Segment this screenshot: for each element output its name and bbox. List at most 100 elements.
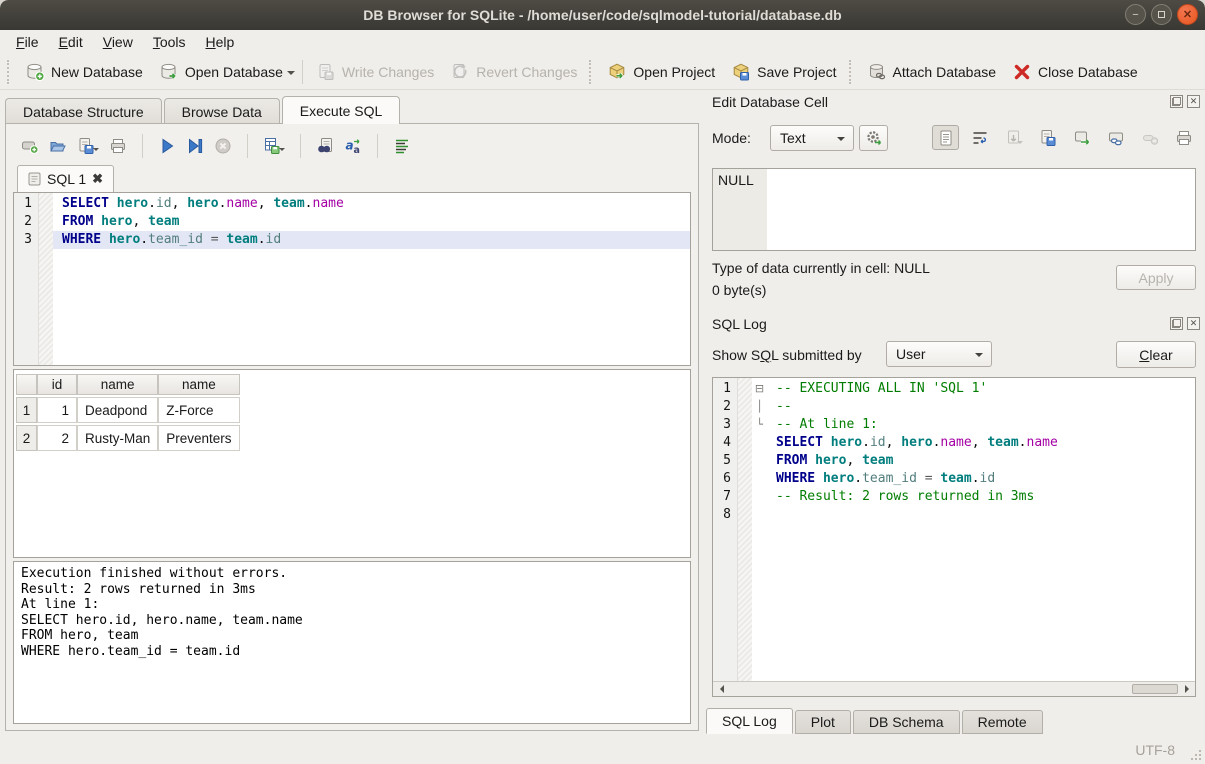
fold-marker-icon[interactable] xyxy=(752,434,767,452)
column-header[interactable]: name xyxy=(77,374,158,395)
minimize-button[interactable]: − xyxy=(1125,4,1146,25)
table-cell[interactable]: Deadpond xyxy=(77,397,158,423)
autocomplete-icon[interactable]: aa xyxy=(344,137,362,155)
fold-marker-icon[interactable]: │ xyxy=(752,398,767,416)
clear-log-button[interactable]: Clear xyxy=(1116,341,1196,368)
link-data-icon[interactable] xyxy=(1102,125,1129,150)
apply-button[interactable]: Apply xyxy=(1116,265,1196,290)
sql-editor-tab[interactable]: SQL 1 ✖ xyxy=(17,165,114,192)
new-database-button[interactable]: New Database xyxy=(17,58,151,86)
new-tab-icon[interactable] xyxy=(21,137,39,155)
toolbar-grip[interactable] xyxy=(589,60,595,84)
open-database-button[interactable]: Open Database xyxy=(151,58,291,86)
format-lines-icon[interactable] xyxy=(393,137,411,155)
results-table[interactable]: idnamename11DeadpondZ-Force22Rusty-ManPr… xyxy=(16,372,240,453)
cell-settings-button[interactable] xyxy=(859,125,888,151)
import-data-dropdown-icon[interactable] xyxy=(1017,141,1023,147)
tab-sql-log[interactable]: SQL Log xyxy=(706,708,793,734)
save-sql-file-icon[interactable] xyxy=(77,137,99,155)
sql-log-code[interactable]: 1⊟-- EXECUTING ALL IN 'SQL 1'2│--3└-- At… xyxy=(713,378,1195,682)
tab-db-schema[interactable]: DB Schema xyxy=(853,710,960,734)
cell-editor[interactable]: NULL xyxy=(712,168,1196,251)
close-tab-icon[interactable]: ✖ xyxy=(92,171,103,187)
maximize-button[interactable] xyxy=(1151,4,1172,25)
close-button[interactable]: ✕ xyxy=(1177,4,1198,25)
resize-grip[interactable] xyxy=(1189,748,1201,760)
toolbar-grip[interactable] xyxy=(7,60,13,84)
menu-edit[interactable]: Edit xyxy=(49,32,93,52)
close-panel-icon[interactable]: ✕ xyxy=(1187,95,1200,108)
sql-log-view[interactable]: 1⊟-- EXECUTING ALL IN 'SQL 1'2│--3└-- At… xyxy=(712,377,1196,697)
revert-changes-button[interactable]: Revert Changes xyxy=(442,58,585,86)
sql-editor-code[interactable]: 1SELECT hero.id, hero.name, team.name2FR… xyxy=(14,193,690,365)
row-header[interactable]: 2 xyxy=(16,425,37,451)
attach-database-button[interactable]: Attach Database xyxy=(859,58,1005,86)
fold-marker-icon[interactable]: └ xyxy=(752,416,767,434)
column-header[interactable]: id xyxy=(37,374,77,395)
column-header[interactable]: name xyxy=(158,374,239,395)
open-database-dropdown-icon[interactable] xyxy=(287,71,295,79)
save-results-dropdown-icon[interactable] xyxy=(279,148,285,154)
table-row[interactable]: 22Rusty-ManPreventers xyxy=(16,425,240,451)
save-sql-dropdown-icon[interactable] xyxy=(93,148,99,154)
log-filter-select[interactable]: User xyxy=(886,341,992,367)
word-wrap-icon[interactable] xyxy=(966,125,993,150)
sql-editor[interactable]: 1SELECT hero.id, hero.name, team.name2FR… xyxy=(13,192,691,366)
toolbar-grip[interactable] xyxy=(849,60,855,84)
execution-output[interactable]: Execution finished without errors. Resul… xyxy=(13,561,691,724)
code-line: 4 SELECT hero.id, hero.name, team.name xyxy=(713,434,1195,452)
results-grid[interactable]: idnamename11DeadpondZ-Force22Rusty-ManPr… xyxy=(13,369,691,558)
menu-view[interactable]: View xyxy=(93,32,143,52)
tab-plot[interactable]: Plot xyxy=(795,710,851,734)
execute-current-line-icon[interactable] xyxy=(186,137,204,155)
table-cell[interactable]: 2 xyxy=(37,425,77,451)
text-mode-icon[interactable] xyxy=(932,125,959,150)
title-bar[interactable]: DB Browser for SQLite - /home/user/code/… xyxy=(0,0,1205,30)
scroll-left-icon[interactable] xyxy=(714,683,728,695)
save-project-button[interactable]: Save Project xyxy=(723,58,844,86)
tab-remote[interactable]: Remote xyxy=(962,710,1043,734)
open-project-button[interactable]: Open Project xyxy=(599,58,723,86)
encoding-indicator[interactable]: UTF-8 xyxy=(1135,742,1175,758)
table-cell[interactable]: Z-Force xyxy=(158,397,239,423)
import-data-icon[interactable] xyxy=(1000,125,1027,150)
cell-mode-select[interactable]: Text xyxy=(770,125,854,151)
horizontal-scrollbar[interactable] xyxy=(713,681,1195,696)
save-data-icon[interactable] xyxy=(1034,125,1061,150)
table-cell[interactable]: Preventers xyxy=(158,425,239,451)
close-panel-icon[interactable]: ✕ xyxy=(1187,317,1200,330)
fold-marker-icon[interactable] xyxy=(752,506,767,524)
find-replace-icon[interactable] xyxy=(316,137,334,155)
table-cell[interactable]: Rusty-Man xyxy=(77,425,158,451)
fold-marker-icon[interactable] xyxy=(752,452,767,470)
float-panel-icon[interactable] xyxy=(1170,317,1183,330)
app-window: DB Browser for SQLite - /home/user/code/… xyxy=(0,0,1205,764)
write-changes-button[interactable]: Write Changes xyxy=(308,58,442,86)
menu-help[interactable]: Help xyxy=(196,32,245,52)
fold-marker-icon[interactable] xyxy=(752,470,767,488)
row-header[interactable]: 1 xyxy=(16,397,37,423)
table-row[interactable]: 11DeadpondZ-Force xyxy=(16,397,240,423)
float-panel-icon[interactable] xyxy=(1170,95,1183,108)
fold-marker-icon[interactable] xyxy=(752,488,767,506)
corner-header[interactable] xyxy=(16,374,37,395)
close-database-button[interactable]: Close Database xyxy=(1004,58,1146,86)
stop-icon[interactable] xyxy=(214,137,232,155)
open-sql-file-icon[interactable] xyxy=(49,137,67,155)
right-dock: Edit Database Cell ✕ Mode: Text NULL Typ… xyxy=(706,90,1205,735)
tab-browse-data[interactable]: Browse Data xyxy=(164,98,280,124)
table-cell[interactable]: 1 xyxy=(37,397,77,423)
execute-all-icon[interactable] xyxy=(158,137,176,155)
scrollbar-thumb[interactable] xyxy=(1132,684,1178,694)
save-results-icon[interactable] xyxy=(263,137,285,155)
export-data-icon[interactable] xyxy=(1068,125,1095,150)
menu-file[interactable]: File xyxy=(6,32,49,52)
tab-database-structure[interactable]: Database Structure xyxy=(5,98,162,124)
print-cell-icon[interactable] xyxy=(1170,125,1197,150)
print-icon[interactable] xyxy=(109,137,127,155)
scroll-right-icon[interactable] xyxy=(1180,683,1194,695)
tab-execute-sql[interactable]: Execute SQL xyxy=(282,96,401,124)
fold-marker-icon[interactable]: ⊟ xyxy=(752,380,767,398)
set-null-icon[interactable] xyxy=(1136,125,1163,150)
menu-tools[interactable]: Tools xyxy=(143,32,196,52)
